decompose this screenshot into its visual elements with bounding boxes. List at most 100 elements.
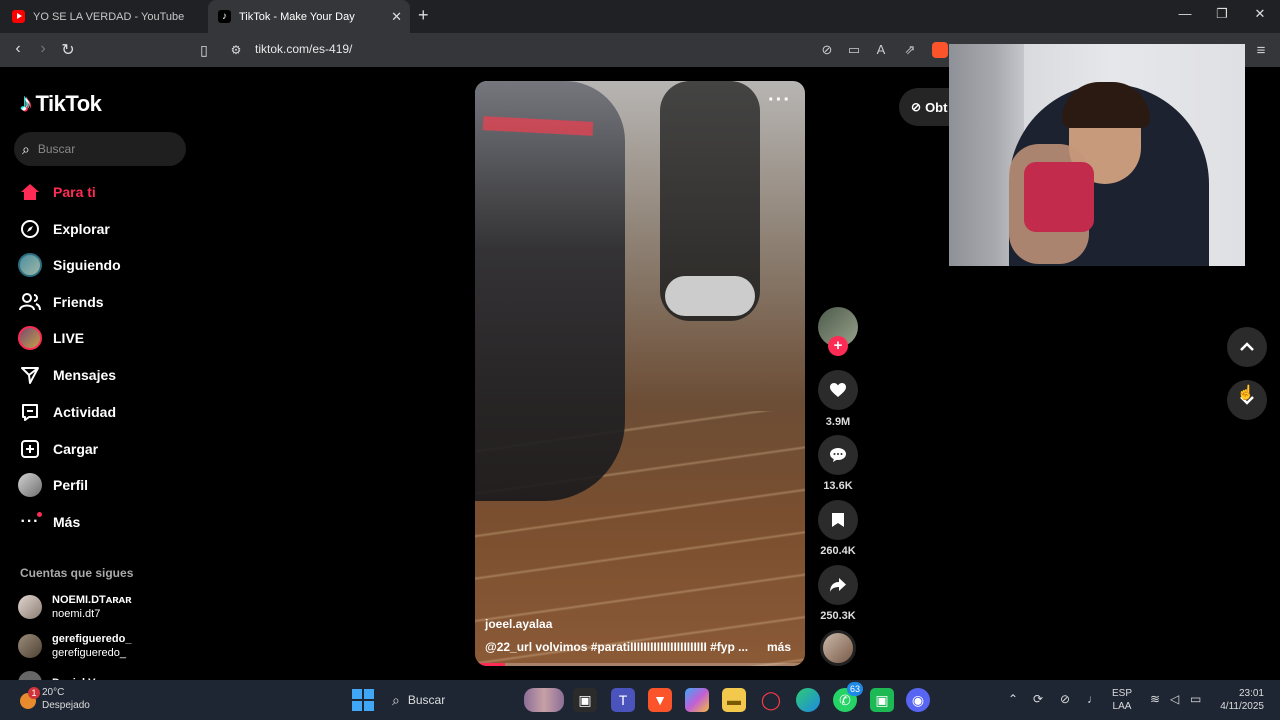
start-icon[interactable] (352, 689, 374, 711)
friends-icon (18, 290, 42, 314)
share-icon[interactable]: ⇗ (901, 42, 919, 58)
chevron-up-icon (1240, 342, 1254, 351)
weather-condition: Despejado (42, 700, 90, 711)
translate-icon[interactable]: A (872, 42, 890, 57)
site-info-icon[interactable]: ⚙ (226, 43, 246, 57)
no-cast-icon[interactable]: ⊘ (818, 42, 836, 58)
weather-badge: 1 (28, 687, 40, 699)
bookmark-icon (832, 513, 844, 527)
url-text[interactable]: tiktok.com/es-419/ (255, 42, 352, 56)
account-display-name: NOEMI.DTᴀʀᴀʀ (52, 594, 132, 606)
live-avatar-icon (18, 326, 42, 350)
send-icon (18, 363, 42, 387)
nav-label: Mensajes (53, 367, 117, 383)
video-progress-fill (475, 663, 505, 666)
sync-icon[interactable]: ⟳ (1033, 692, 1043, 706)
follow-plus-icon[interactable]: + (828, 336, 848, 356)
cast-icon[interactable]: ▭ (845, 42, 863, 58)
restore-icon[interactable]: ❐ (1207, 6, 1237, 22)
nav-cargar[interactable]: Cargar (18, 437, 98, 461)
opera-icon[interactable]: ◯ (759, 688, 783, 712)
tiktok-logo[interactable]: ♪ TikTok (20, 90, 102, 118)
whatsapp-icon[interactable]: ✆ 63 (833, 682, 863, 712)
bookmark-icon[interactable]: ▯ (194, 42, 214, 59)
nav-perfil[interactable]: Perfil (18, 473, 88, 497)
comment-count: 13.6K (823, 480, 853, 492)
discord-icon[interactable]: ◉ (906, 688, 930, 712)
following-avatar-icon (18, 253, 42, 277)
nav-para-ti[interactable]: Para ti (18, 180, 96, 204)
search-highlight-icon[interactable] (524, 688, 564, 712)
video-player[interactable]: ··· joeel.ayalaa @22_url volvimos #parat… (475, 81, 805, 666)
tab-youtube[interactable]: YO SE LA VERDAD - YouTube (0, 0, 206, 33)
like-count: 3.9M (825, 416, 851, 428)
battery-icon[interactable]: ▭ (1190, 692, 1201, 706)
tab-title: YO SE LA VERDAD - YouTube (33, 10, 185, 23)
tiktok-icon: ♪ (218, 10, 231, 23)
get-app-label: Obt (925, 99, 948, 115)
back-icon[interactable]: ‹ (8, 40, 28, 58)
browser-tab-bar: YO SE LA VERDAD - YouTube ♪ TikTok - Mak… (0, 0, 1280, 33)
nav-actividad[interactable]: Actividad (18, 400, 116, 424)
task-view-icon[interactable]: ▣ (573, 688, 597, 712)
new-tab-icon[interactable]: + (418, 5, 429, 26)
save-count: 260.4K (820, 545, 856, 557)
wifi-icon[interactable]: ≋ (1150, 692, 1160, 706)
copilot-icon[interactable] (685, 688, 709, 712)
search-box[interactable]: ⌕ (14, 132, 186, 166)
mouse-cursor-icon: ☝ (1237, 384, 1255, 400)
share-button[interactable] (818, 565, 858, 605)
comment-button[interactable] (818, 435, 858, 475)
volume-icon[interactable]: ◁ (1170, 692, 1179, 706)
account-handle: noemi.dt7 (52, 608, 101, 620)
nav-label: Perfil (53, 477, 89, 493)
system-clock[interactable]: 23:01 4/11/2025 (1210, 687, 1264, 713)
nav-label: Siguiendo (53, 257, 121, 273)
share-arrow-icon (830, 578, 846, 592)
microphone-icon[interactable]: ♩ (1087, 692, 1099, 706)
search-input[interactable] (37, 142, 168, 156)
app-icon[interactable]: ▣ (870, 688, 894, 712)
tab-tiktok[interactable]: ♪ TikTok - Make Your Day ✕ (208, 0, 410, 33)
following-account[interactable]: gerefigueredo_ gerefigueredo_ (18, 632, 131, 660)
close-tab-icon[interactable]: ✕ (391, 9, 402, 25)
like-button[interactable] (818, 370, 858, 410)
chevron-up-tray-icon[interactable]: ⌃ (1008, 692, 1018, 706)
profile-avatar-icon (18, 473, 42, 497)
caption-more-link[interactable]: más (767, 640, 791, 654)
music-disc-avatar[interactable] (820, 630, 856, 666)
video-progress-bar[interactable] (475, 663, 805, 666)
reload-icon[interactable]: ↻ (58, 40, 78, 60)
activity-icon (18, 400, 42, 424)
nav-friends[interactable]: Friends (18, 290, 104, 314)
nav-label: Cargar (53, 441, 99, 457)
close-window-icon[interactable]: ✕ (1245, 6, 1275, 22)
edge-icon[interactable] (796, 688, 820, 712)
eye-off-icon[interactable]: ⊘ (1060, 692, 1070, 706)
menu-icon[interactable]: ≡ (1252, 42, 1270, 59)
video-author[interactable]: joeel.ayalaa (485, 617, 552, 631)
tiktok-note-icon: ♪ (20, 90, 32, 117)
nav-mas[interactable]: ··· Más (18, 510, 80, 534)
teams-icon[interactable]: T (611, 688, 635, 712)
forward-icon[interactable]: › (33, 40, 53, 58)
nav-label: Actividad (53, 404, 117, 420)
weather-widget[interactable]: 1 20°C Despejado (18, 686, 90, 712)
following-section-title: Cuentas que sigues (20, 566, 134, 580)
nav-explorar[interactable]: Explorar (18, 217, 110, 241)
file-explorer-icon[interactable]: ▬ (722, 688, 746, 712)
video-options-icon[interactable]: ··· (768, 89, 791, 112)
nav-mensajes[interactable]: Mensajes (18, 363, 116, 387)
brave-browser-icon[interactable]: ▼ (648, 688, 672, 712)
brave-shield-icon[interactable] (932, 42, 948, 58)
following-account[interactable]: NOEMI.DTᴀʀᴀʀ noemi.dt7 (18, 593, 132, 621)
language-indicator[interactable]: ESP LAA (1112, 687, 1132, 713)
nav-live[interactable]: LIVE (18, 326, 84, 350)
previous-video-button[interactable] (1227, 327, 1267, 367)
minimize-icon[interactable]: — (1170, 6, 1200, 21)
search-icon: ⌕ (22, 140, 30, 157)
avatar (18, 634, 42, 658)
nav-siguiendo[interactable]: Siguiendo (18, 253, 121, 277)
save-button[interactable] (818, 500, 858, 540)
account-handle: gerefigueredo_ (52, 647, 127, 659)
